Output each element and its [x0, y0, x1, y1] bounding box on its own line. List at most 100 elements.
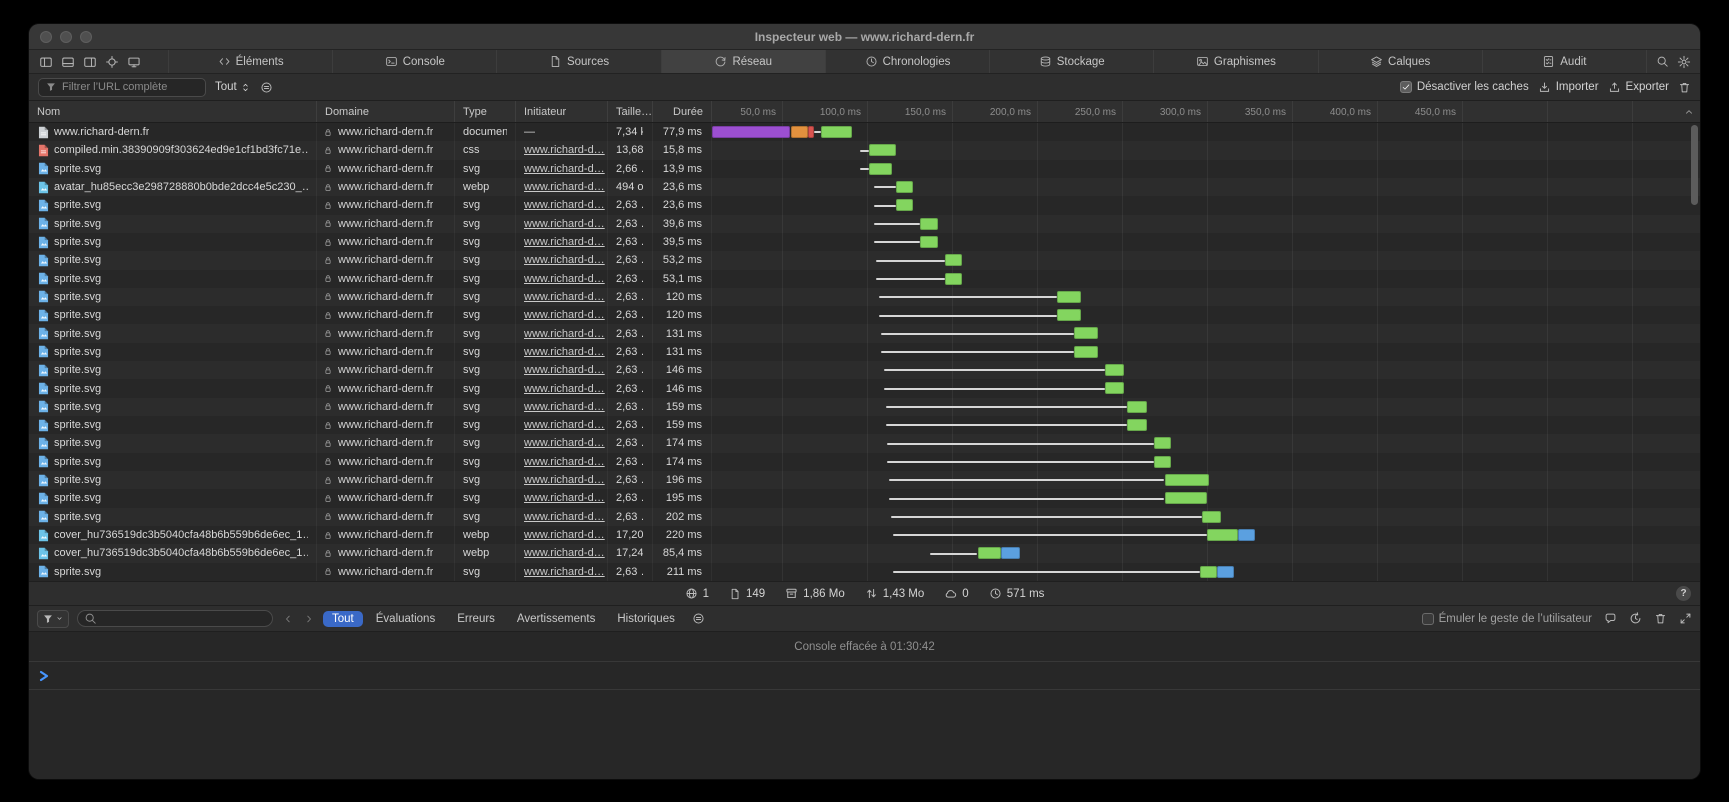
initiator-link[interactable]: www.richard-d…	[524, 273, 605, 285]
import-button[interactable]: Importer	[1538, 81, 1599, 94]
initiator-link[interactable]: www.richard-d…	[524, 511, 605, 523]
zoom-window-button[interactable]	[80, 31, 92, 43]
network-request-row[interactable]: cover_hu736519dc3b5040cfa48b6b559b6de6ec…	[29, 544, 1700, 562]
device-icon[interactable]	[127, 55, 141, 69]
next-result-button[interactable]	[302, 613, 315, 625]
console-scope-historiques[interactable]: Historiques	[608, 611, 684, 627]
clear-network-button[interactable]	[1678, 81, 1691, 94]
close-window-button[interactable]	[40, 31, 52, 43]
dock-bottom-icon[interactable]	[61, 55, 75, 69]
initiator-link[interactable]: www.richard-d…	[524, 566, 605, 578]
network-request-row[interactable]: sprite.svgwww.richard-dern.frsvgwww.rich…	[29, 343, 1700, 361]
dock-left-icon[interactable]	[39, 55, 53, 69]
initiator-link[interactable]: www.richard-d…	[524, 291, 605, 303]
clear-console-button[interactable]	[1654, 612, 1667, 625]
initiator-link[interactable]: www.richard-d…	[524, 547, 605, 559]
network-request-row[interactable]: sprite.svgwww.richard-dern.frsvgwww.rich…	[29, 563, 1700, 581]
network-request-row[interactable]: sprite.svgwww.richard-dern.frsvgwww.rich…	[29, 416, 1700, 434]
initiator-link[interactable]: www.richard-d…	[524, 474, 605, 486]
network-request-row[interactable]: sprite.svgwww.richard-dern.frsvgwww.rich…	[29, 434, 1700, 452]
disable-caches-checkbox[interactable]: Désactiver les caches	[1400, 81, 1529, 93]
minimize-window-button[interactable]	[60, 31, 72, 43]
network-request-row[interactable]: sprite.svgwww.richard-dern.frsvgwww.rich…	[29, 160, 1700, 178]
initiator-link[interactable]: www.richard-d…	[524, 401, 605, 413]
initiator-link[interactable]: www.richard-d…	[524, 437, 605, 449]
network-request-row[interactable]: sprite.svgwww.richard-dern.frsvgwww.rich…	[29, 233, 1700, 251]
initiator-link[interactable]: www.richard-d…	[524, 364, 605, 376]
initiator-link[interactable]: www.richard-d…	[524, 346, 605, 358]
expand-console-button[interactable]	[1679, 612, 1692, 625]
gear-icon[interactable]	[1677, 55, 1691, 69]
help-button[interactable]: ?	[1676, 586, 1691, 601]
previous-result-button[interactable]	[281, 613, 294, 625]
console-scope-tout[interactable]: Tout	[323, 611, 363, 627]
network-request-row[interactable]: cover_hu736519dc3b5040cfa48b6b559b6de6ec…	[29, 526, 1700, 544]
tab-graphismes[interactable]: Graphismes	[1153, 50, 1317, 73]
network-request-row[interactable]: sprite.svgwww.richard-dern.frsvgwww.rich…	[29, 398, 1700, 416]
emulate-user-gesture-checkbox[interactable]: Émuler le geste de l’utilisateur	[1422, 613, 1592, 625]
initiator-link[interactable]: www.richard-d…	[524, 419, 605, 431]
network-request-row[interactable]: sprite.svgwww.richard-dern.frsvgwww.rich…	[29, 306, 1700, 324]
network-request-row[interactable]: sprite.svgwww.richard-dern.frsvgwww.rich…	[29, 471, 1700, 489]
type-filter-dropdown[interactable]: Tout	[215, 81, 251, 93]
console-search-field[interactable]	[77, 610, 273, 627]
network-request-row[interactable]: sprite.svgwww.richard-dern.frsvgwww.rich…	[29, 288, 1700, 306]
network-request-row[interactable]: sprite.svgwww.richard-dern.frsvgwww.rich…	[29, 379, 1700, 397]
network-request-row[interactable]: sprite.svgwww.richard-dern.frsvgwww.rich…	[29, 270, 1700, 288]
console-evaluate-button[interactable]	[1604, 612, 1617, 625]
dock-right-icon[interactable]	[83, 55, 97, 69]
initiator-link[interactable]: www.richard-d…	[524, 492, 605, 504]
column-header-duration[interactable]: Durée	[653, 101, 712, 122]
initiator-link[interactable]: www.richard-d…	[524, 383, 605, 395]
network-request-row[interactable]: sprite.svgwww.richard-dern.frsvgwww.rich…	[29, 196, 1700, 214]
tab-calques[interactable]: Calques	[1318, 50, 1482, 73]
network-request-row[interactable]: sprite.svgwww.richard-dern.frsvgwww.rich…	[29, 453, 1700, 471]
console-sources-filter-button[interactable]	[692, 612, 705, 625]
initiator-link[interactable]: www.richard-d…	[524, 163, 605, 175]
console-history-button[interactable]	[1629, 612, 1642, 625]
network-request-row[interactable]: sprite.svgwww.richard-dern.frsvgwww.rich…	[29, 215, 1700, 233]
column-header-size[interactable]: Taille…	[608, 101, 653, 122]
console-filter-button[interactable]	[37, 610, 69, 628]
console-scope-erreurs[interactable]: Erreurs	[448, 611, 504, 627]
column-header-type[interactable]: Type	[455, 101, 516, 122]
initiator-link[interactable]: www.richard-d…	[524, 456, 605, 468]
vertical-scrollbar-thumb[interactable]	[1691, 125, 1698, 205]
tab-sources[interactable]: Sources	[496, 50, 660, 73]
tab-elements[interactable]: Éléments	[168, 50, 332, 73]
console-prompt-row[interactable]	[29, 662, 1700, 690]
network-request-row[interactable]: sprite.svgwww.richard-dern.frsvgwww.rich…	[29, 508, 1700, 526]
search-icon[interactable]	[1656, 55, 1669, 68]
console-scope-avertissements[interactable]: Avertissements	[508, 611, 604, 627]
initiator-link[interactable]: www.richard-d…	[524, 199, 605, 211]
initiator-link[interactable]: www.richard-d…	[524, 254, 605, 266]
network-request-row[interactable]: sprite.svgwww.richard-dern.frsvgwww.rich…	[29, 361, 1700, 379]
collapse-waterfall-button[interactable]	[1683, 106, 1695, 118]
initiator-link[interactable]: www.richard-d…	[524, 144, 605, 156]
tab-console[interactable]: Console	[332, 50, 496, 73]
console-scope-evaluations[interactable]: Évaluations	[367, 611, 444, 627]
network-request-row[interactable]: compiled.min.38390909f303624ed9e1cf1bd3f…	[29, 141, 1700, 159]
network-request-row[interactable]: sprite.svgwww.richard-dern.frsvgwww.rich…	[29, 489, 1700, 507]
tab-chronologies[interactable]: Chronologies	[825, 50, 989, 73]
initiator-link[interactable]: www.richard-d…	[524, 181, 605, 193]
network-request-row[interactable]: www.richard-dern.frwww.richard-dern.frdo…	[29, 123, 1700, 141]
initiator-link[interactable]: www.richard-d…	[524, 328, 605, 340]
initiator-link[interactable]: www.richard-d…	[524, 529, 605, 541]
network-request-row[interactable]: sprite.svgwww.richard-dern.frsvgwww.rich…	[29, 324, 1700, 342]
tab-stockage[interactable]: Stockage	[989, 50, 1153, 73]
initiator-link[interactable]: www.richard-d…	[524, 236, 605, 248]
initiator-link[interactable]: www.richard-d…	[524, 218, 605, 230]
url-filter-field[interactable]: Filtrer l’URL complète	[38, 78, 206, 97]
media-filter-button[interactable]	[260, 81, 273, 94]
element-picker-icon[interactable]	[105, 55, 119, 69]
tab-reseau[interactable]: Réseau	[661, 50, 825, 73]
network-request-row[interactable]: sprite.svgwww.richard-dern.frsvgwww.rich…	[29, 251, 1700, 269]
network-request-row[interactable]: avatar_hu85ecc3e298728880b0bde2dcc4e5c23…	[29, 178, 1700, 196]
tab-audit[interactable]: Audit	[1482, 50, 1646, 73]
column-header-name[interactable]: Nom	[29, 101, 317, 122]
export-button[interactable]: Exporter	[1608, 81, 1669, 94]
column-header-domain[interactable]: Domaine	[317, 101, 455, 122]
initiator-link[interactable]: www.richard-d…	[524, 309, 605, 321]
column-header-initiator[interactable]: Initiateur	[516, 101, 608, 122]
